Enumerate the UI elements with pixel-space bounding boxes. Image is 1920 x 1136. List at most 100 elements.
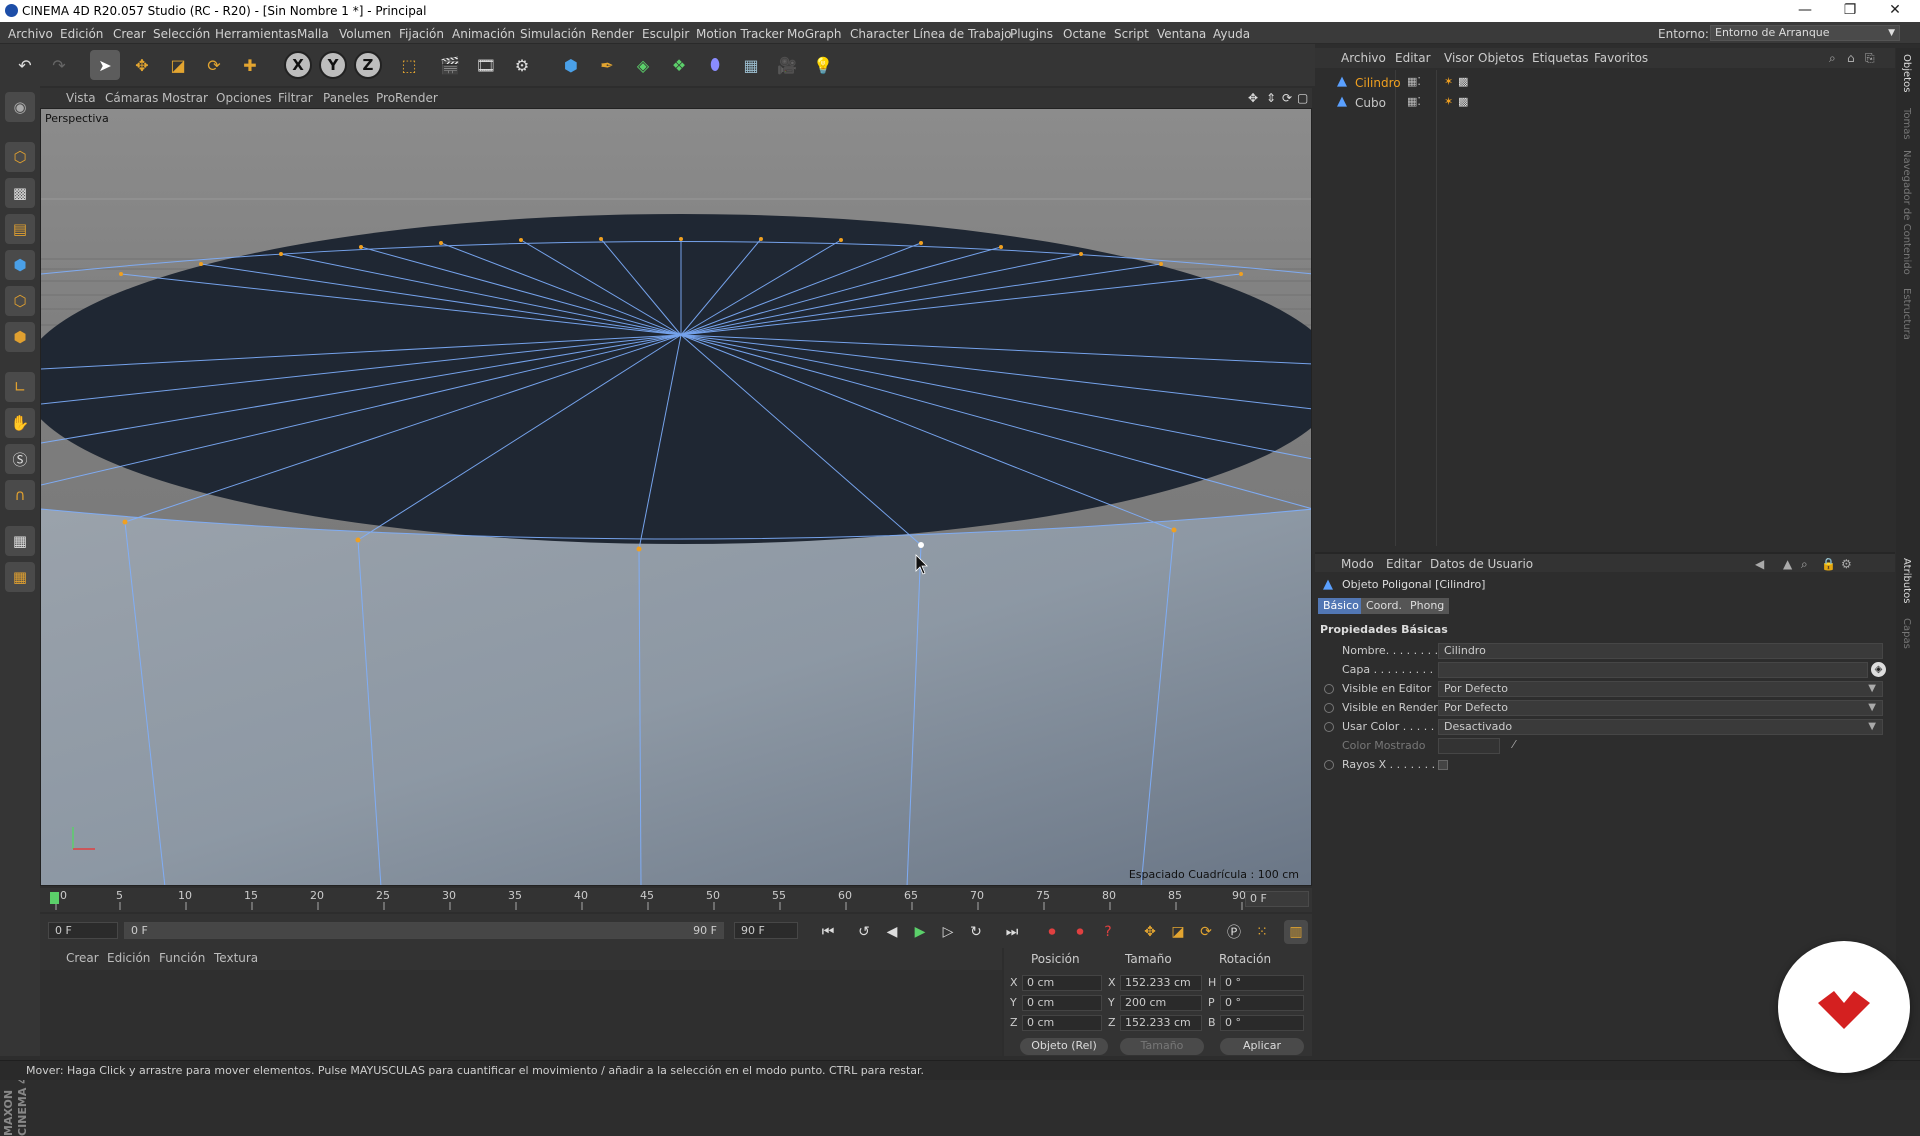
start-frame-field[interactable]: 0 F	[48, 922, 118, 939]
menu-render[interactable]: Render	[591, 27, 634, 41]
timeline-layout-icon[interactable]: ▥	[1284, 920, 1308, 944]
size-z-field[interactable]: 152.233 cm	[1120, 1015, 1202, 1031]
animate-radio[interactable]	[1324, 722, 1334, 732]
tab-navegador-de-contenido[interactable]: Navegador de Contenido	[1901, 150, 1912, 275]
tweak-mode-icon[interactable]: ✋	[5, 408, 35, 438]
magnet-icon[interactable]: ∩	[5, 480, 35, 510]
menu-octane[interactable]: Octane	[1063, 27, 1106, 41]
visible-render-select[interactable]: Por Defecto ▼	[1438, 700, 1883, 716]
next-frame-icon[interactable]: ▷	[936, 920, 960, 944]
viewport-menu-filtrar[interactable]: Filtrar	[278, 91, 313, 105]
timeline-playhead[interactable]	[50, 892, 59, 904]
key-scale-icon[interactable]: ◪	[1166, 920, 1190, 944]
viewport-dolly-icon[interactable]: ⇕	[1266, 91, 1276, 105]
key-position-icon[interactable]: ✥	[1138, 920, 1162, 944]
viewport-pan-icon[interactable]: ✥	[1248, 91, 1258, 105]
environment-select[interactable]: Entorno de Arranque ▼	[1710, 25, 1900, 41]
viewport-orbit-icon[interactable]: ⟳	[1282, 91, 1292, 105]
workplane-mode-icon[interactable]: ▤	[5, 214, 35, 244]
render-picture-viewer-icon[interactable]: 🎞	[471, 50, 501, 80]
render-view-icon[interactable]: 🎬	[435, 50, 465, 80]
texture-tag-icon[interactable]: ▩	[1458, 95, 1468, 108]
viewport-menu-opciones[interactable]: Opciones	[216, 91, 272, 105]
material-menu-crear[interactable]: Crear	[66, 951, 99, 965]
menu-fijacion[interactable]: Fijación	[399, 27, 444, 41]
attr-menu-editar[interactable]: Editar	[1386, 557, 1422, 571]
object-row-cilindro[interactable]: ▲ Cilindro ▦⁚ ✶ ▩	[1317, 73, 1892, 92]
play-icon[interactable]: ▶	[908, 920, 932, 944]
spline-pen-icon[interactable]: ✒	[592, 50, 622, 80]
go-to-end-icon[interactable]: ⏭	[1000, 920, 1024, 944]
menu-script[interactable]: Script	[1114, 27, 1149, 41]
tab-basico[interactable]: Básico	[1318, 598, 1364, 614]
menu-mograph[interactable]: MoGraph	[787, 27, 842, 41]
visibility-dots-icon[interactable]: ▦⁚	[1407, 95, 1421, 108]
tab-atributos[interactable]: Atributos	[1901, 558, 1912, 603]
axis-y-lock-button[interactable]: Y	[319, 51, 347, 79]
rotate-icon[interactable]: ⟳	[199, 50, 229, 80]
menu-plugins[interactable]: Plugins	[1010, 27, 1053, 41]
animate-radio[interactable]	[1324, 684, 1334, 694]
coordinate-mode-select[interactable]: Objeto (Rel)	[1020, 1038, 1108, 1055]
model-mode-icon[interactable]: ⬡	[5, 142, 35, 172]
apply-button[interactable]: Aplicar	[1220, 1038, 1304, 1055]
animate-radio[interactable]	[1324, 760, 1334, 770]
menu-ayuda[interactable]: Ayuda	[1213, 27, 1250, 41]
cube-icon[interactable]: ⬢	[556, 50, 586, 80]
material-menu-edicion[interactable]: Edición	[107, 951, 150, 965]
key-pla-icon[interactable]: ⁙	[1250, 920, 1274, 944]
menu-ventana[interactable]: Ventana	[1157, 27, 1206, 41]
rot-p-field[interactable]: 0 °	[1220, 995, 1304, 1011]
material-manager-area[interactable]	[40, 970, 1002, 1056]
search-icon[interactable]: ⌕	[1829, 51, 1836, 66]
texture-tag-icon[interactable]: ▩	[1458, 75, 1468, 88]
key-parameter-icon[interactable]: Ⓟ	[1222, 920, 1246, 944]
close-button[interactable]: ✕	[1875, 0, 1915, 22]
size-y-field[interactable]: 200 cm	[1120, 995, 1202, 1011]
end-frame-field[interactable]: 90 F	[734, 922, 798, 939]
lock-icon[interactable]: 🔒	[1821, 557, 1836, 571]
tab-objetos[interactable]: Objetos	[1901, 54, 1912, 92]
go-to-start-icon[interactable]: ⏮	[816, 920, 840, 944]
record-active-icon[interactable]: ⏺	[1040, 920, 1064, 944]
settings-icon[interactable]: ⚙	[1841, 557, 1852, 571]
rot-h-field[interactable]: 0 °	[1220, 975, 1304, 991]
tab-phong[interactable]: Phong	[1405, 598, 1450, 614]
menu-character[interactable]: Character	[850, 27, 909, 41]
om-menu-visor[interactable]: Visor	[1444, 51, 1474, 65]
om-menu-etiquetas[interactable]: Etiquetas	[1532, 51, 1589, 65]
viewport-menu-prorender[interactable]: ProRender	[376, 91, 438, 105]
layer-field[interactable]	[1438, 662, 1868, 678]
viewport-maximize-icon[interactable]: ▢	[1297, 91, 1308, 105]
visibility-dots-icon[interactable]: ▦⁚	[1407, 75, 1421, 88]
display-color-swatch[interactable]	[1438, 738, 1500, 754]
menu-archivo[interactable]: Archivo	[8, 27, 53, 41]
back-arrow-icon[interactable]: ◀	[1755, 557, 1764, 571]
tab-capas[interactable]: Capas	[1901, 618, 1912, 649]
menu-animacion[interactable]: Animación	[452, 27, 515, 41]
home-icon[interactable]: ⌂	[1847, 51, 1855, 65]
undo-icon[interactable]: ↶	[10, 50, 40, 80]
layer-link-icon[interactable]: ◈	[1871, 662, 1886, 677]
pos-y-field[interactable]: 0 cm	[1022, 995, 1102, 1011]
phong-tag-icon[interactable]: ✶	[1444, 95, 1453, 108]
tab-tomas[interactable]: Tomas	[1901, 108, 1912, 140]
menu-simulacion[interactable]: Simulación	[520, 27, 586, 41]
frame-range-slider[interactable]: 0 F 90 F	[124, 922, 724, 939]
menu-motion-tracker[interactable]: Motion Tracker	[696, 27, 784, 41]
workplane-lock-icon[interactable]: ▦	[5, 526, 35, 556]
axis-z-lock-button[interactable]: Z	[354, 51, 382, 79]
menu-linea-de-trabajo[interactable]: Línea de Trabajo	[913, 27, 1012, 41]
om-menu-archivo[interactable]: Archivo	[1341, 51, 1386, 65]
viewport-menu-mostrar[interactable]: Mostrar	[162, 91, 208, 105]
menu-crear[interactable]: Crear	[113, 27, 146, 41]
key-rotation-icon[interactable]: ⟳	[1194, 920, 1218, 944]
render-settings-icon[interactable]: ⚙	[507, 50, 537, 80]
animate-radio[interactable]	[1324, 703, 1334, 713]
current-frame-field[interactable]: 0 F	[1245, 891, 1309, 907]
menu-malla[interactable]: Malla	[297, 27, 329, 41]
attr-menu-datos-de-usuario[interactable]: Datos de Usuario	[1430, 557, 1533, 571]
om-menu-favoritos[interactable]: Favoritos	[1594, 51, 1648, 65]
menu-esculpir[interactable]: Esculpir	[642, 27, 689, 41]
menu-edicion[interactable]: Edición	[60, 27, 103, 41]
